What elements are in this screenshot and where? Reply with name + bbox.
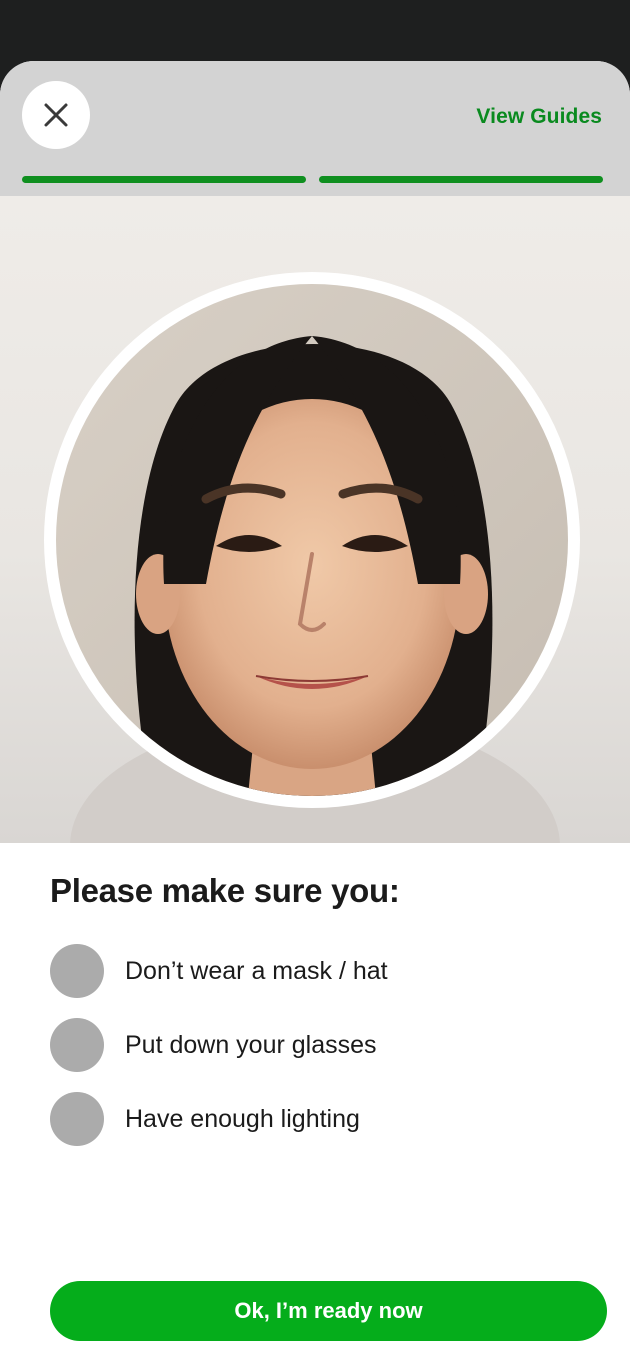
- close-button[interactable]: [22, 81, 90, 149]
- view-guides-link[interactable]: View Guides: [476, 105, 602, 129]
- camera-preview: [0, 196, 630, 843]
- checklist-item: Put down your glasses: [50, 1018, 570, 1072]
- ready-button[interactable]: Ok, I’m ready now: [50, 1281, 607, 1341]
- face-capture-sheet: View Guides Please make sure you: Don’t …: [0, 61, 630, 1366]
- checklist-item: Have enough lighting: [50, 1092, 570, 1146]
- close-icon: [44, 103, 68, 127]
- check-indicator: [50, 1092, 104, 1146]
- header-bar: View Guides: [0, 61, 630, 196]
- face-photo: [56, 284, 568, 796]
- checklist-item: Don’t wear a mask / hat: [50, 944, 570, 998]
- progress-step-1: [22, 176, 306, 183]
- checklist-item-label: Don’t wear a mask / hat: [125, 956, 388, 985]
- checklist-item-label: Put down your glasses: [125, 1030, 377, 1059]
- checklist-title: Please make sure you:: [50, 872, 400, 909]
- progress-step-2: [319, 176, 603, 183]
- checklist-item-label: Have enough lighting: [125, 1104, 360, 1133]
- check-indicator: [50, 944, 104, 998]
- check-indicator: [50, 1018, 104, 1072]
